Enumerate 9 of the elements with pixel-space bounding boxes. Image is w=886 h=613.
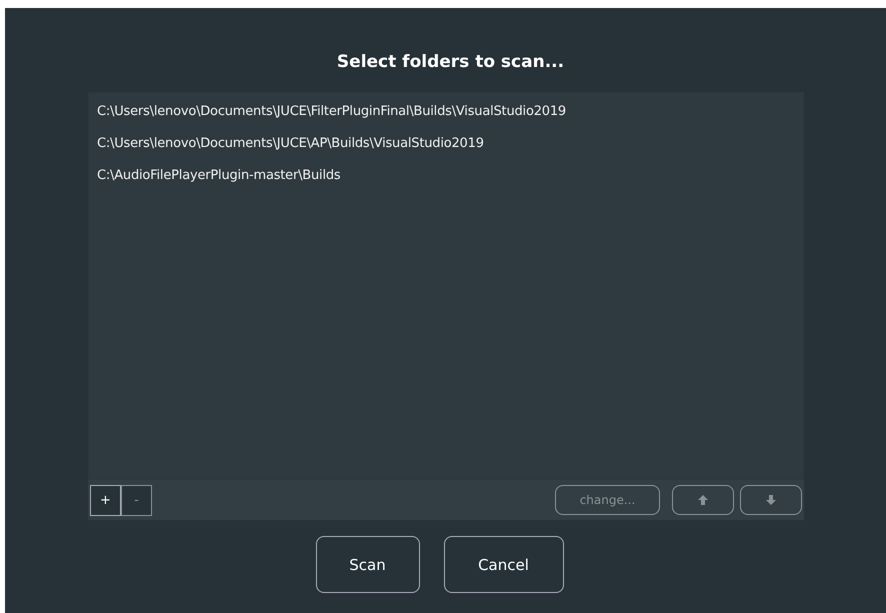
folder-path[interactable]: C:\AudioFilePlayerPlugin-master\Builds <box>97 163 795 195</box>
arrow-down-icon <box>765 494 777 506</box>
cancel-button[interactable]: Cancel <box>444 536 564 593</box>
arrow-up-icon <box>697 494 709 506</box>
scan-button[interactable]: Scan <box>316 536 420 593</box>
add-button[interactable]: + <box>90 484 121 516</box>
folder-path[interactable]: C:\Users\lenovo\Documents\JUCE\AP\Builds\VisualStudio2019 <box>97 131 795 163</box>
dialog-title: Select folders to scan... <box>336 52 564 74</box>
folder-path[interactable]: C:\Users\lenovo\Documents\JUCE\FilterPluginFinal\Builds\VisualStudio2019 <box>97 99 795 131</box>
